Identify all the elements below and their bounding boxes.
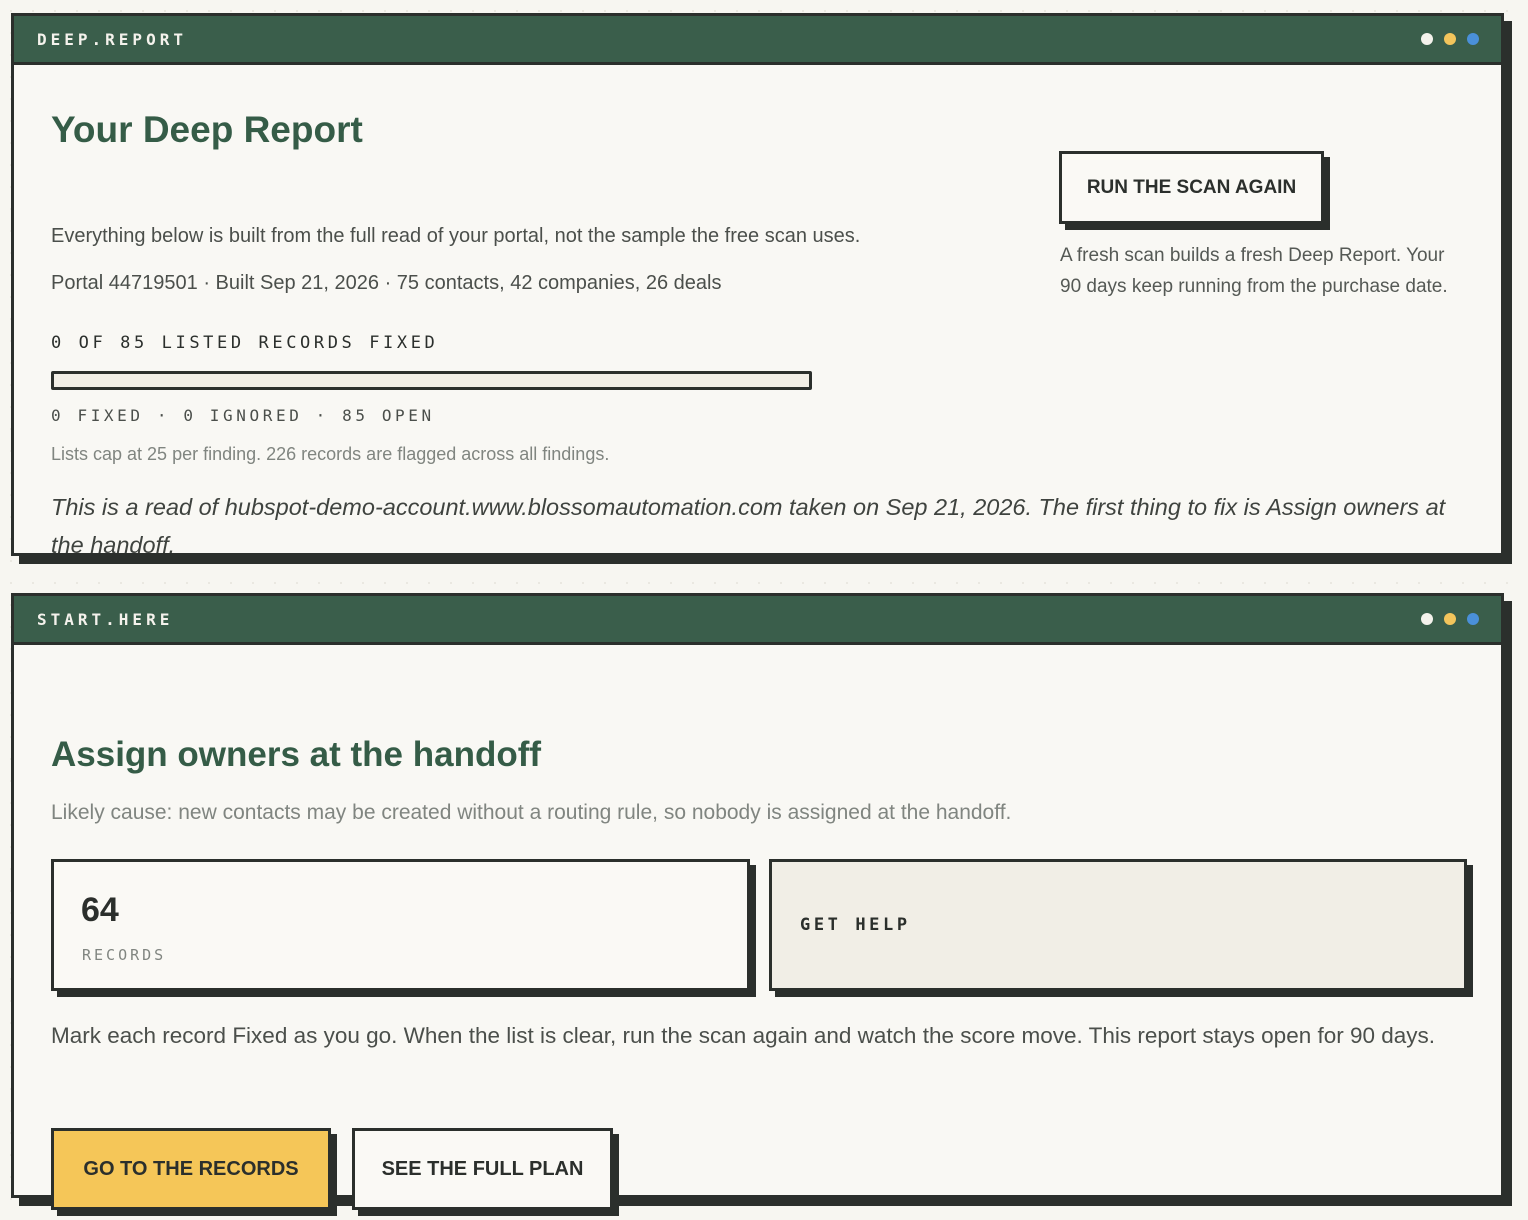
get-help-label: GET HELP bbox=[800, 915, 911, 935]
records-count: 64 bbox=[81, 891, 119, 929]
records-card: 64 RECORDS bbox=[51, 859, 750, 991]
start-here-panel: START.HERE Assign owners at the handoff … bbox=[11, 593, 1504, 1210]
finding-title: Assign owners at the handoff bbox=[51, 735, 542, 774]
window-label: DEEP.REPORT bbox=[37, 29, 187, 49]
report-subtitle: Everything below is built from the full … bbox=[51, 225, 861, 247]
see-full-plan-button[interactable]: SEE THE FULL PLAN bbox=[352, 1128, 613, 1210]
report-summary: This is a read of hubspot-demo-account.w… bbox=[51, 494, 1446, 558]
portal-meta: Portal 44719501 · Built Sep 21, 2026 · 7… bbox=[51, 272, 722, 294]
white-dot-icon bbox=[1421, 33, 1433, 45]
records-label: RECORDS bbox=[82, 946, 167, 964]
progress-label: 0 OF 85 LISTED RECORDS FIXED bbox=[51, 333, 439, 353]
instructions-text: Mark each record Fixed as you go. When t… bbox=[51, 1023, 1436, 1048]
likely-cause: Likely cause: new contacts may be create… bbox=[51, 801, 1012, 824]
run-scan-again-button[interactable]: RUN THE SCAN AGAIN bbox=[1059, 151, 1324, 224]
window-titlebar: START.HERE bbox=[14, 596, 1501, 645]
go-to-records-button[interactable]: GO TO THE RECORDS bbox=[51, 1128, 331, 1210]
window-controls bbox=[1421, 33, 1479, 45]
window-titlebar: DEEP.REPORT bbox=[14, 16, 1501, 65]
yellow-dot-icon bbox=[1444, 613, 1456, 625]
window-label: START.HERE bbox=[37, 609, 174, 629]
white-dot-icon bbox=[1421, 613, 1433, 625]
yellow-dot-icon bbox=[1444, 33, 1456, 45]
blue-dot-icon bbox=[1467, 33, 1479, 45]
get-help-card[interactable]: GET HELP bbox=[769, 859, 1467, 991]
blue-dot-icon bbox=[1467, 613, 1479, 625]
status-counts: 0 FIXED · 0 IGNORED · 85 OPEN bbox=[51, 406, 435, 425]
window-controls bbox=[1421, 613, 1479, 625]
deep-report-panel: DEEP.REPORT Your Deep Report Everything … bbox=[11, 13, 1504, 558]
cap-note: Lists cap at 25 per finding. 226 records… bbox=[51, 444, 610, 464]
page-title: Your Deep Report bbox=[51, 109, 363, 150]
progress-bar bbox=[51, 371, 812, 390]
rescan-note: A fresh scan builds a fresh Deep Report.… bbox=[1060, 245, 1448, 297]
